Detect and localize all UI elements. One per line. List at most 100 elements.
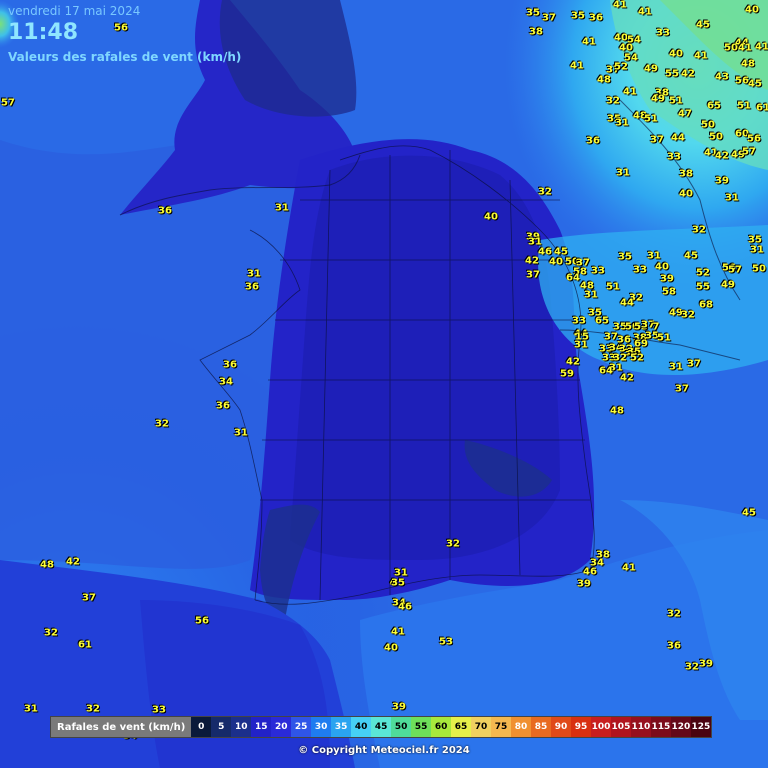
gust-value-label: 51	[644, 113, 658, 125]
gust-value-label: 42	[66, 556, 80, 568]
legend-swatch: 50	[391, 717, 412, 737]
gust-value-label: 37	[687, 358, 701, 370]
legend-swatch: 120	[670, 717, 691, 737]
legend-swatch: 25	[291, 717, 312, 737]
gust-value-label: 35	[571, 10, 585, 22]
legend-swatch: 55	[411, 717, 432, 737]
gust-value-label: 53	[439, 636, 453, 648]
legend-swatch: 105	[610, 717, 631, 737]
gust-value-label: 36	[216, 400, 230, 412]
gust-value-label: 45	[742, 507, 756, 519]
gust-value-label: 64	[566, 272, 580, 284]
gust-value-label: 33	[656, 27, 670, 39]
gust-value-label: 44	[620, 297, 634, 309]
gust-value-label: 47	[678, 108, 692, 120]
gust-value-label: 51	[606, 281, 620, 293]
gust-value-label: 31	[725, 192, 739, 204]
legend-swatch: 75	[491, 717, 512, 737]
gust-value-label: 46	[398, 601, 412, 613]
gust-value-label: 48	[597, 74, 611, 86]
gust-value-label: 41	[613, 0, 627, 11]
legend-swatch: 40	[351, 717, 372, 737]
gust-value-label: 33	[633, 264, 647, 276]
gust-value-label: 32	[692, 224, 706, 236]
gust-value-label: 37	[82, 592, 96, 604]
gust-value-label: 58	[662, 286, 676, 298]
gust-value-label: 33	[667, 151, 681, 163]
gust-value-label: 49	[721, 279, 735, 291]
gust-value-label: 32	[86, 703, 100, 715]
legend-swatch: 20	[271, 717, 292, 737]
gust-value-label: 40	[384, 642, 398, 654]
gust-value-label: 34	[219, 376, 233, 388]
legend-swatch: 15	[251, 717, 272, 737]
legend-swatch: 80	[511, 717, 532, 737]
gust-value-label: 55	[665, 68, 679, 80]
gust-value-label: 52	[614, 61, 628, 73]
gust-value-label: 59	[560, 368, 574, 380]
gust-value-label: 41	[638, 6, 652, 18]
gust-value-label: 35	[618, 251, 632, 263]
gust-value-label: 36	[589, 12, 603, 24]
gust-value-label: 50	[709, 131, 723, 143]
gust-value-label: 65	[595, 315, 609, 327]
legend-swatch: 5	[211, 717, 232, 737]
gust-value-label: 33	[152, 704, 166, 716]
gust-value-label: 44	[671, 132, 685, 144]
gust-value-label: 40	[679, 188, 693, 200]
gust-value-label: 57	[1, 97, 15, 109]
time-label: 11:48	[8, 20, 79, 45]
gust-value-label: 35	[526, 7, 540, 19]
gust-value-label: 43	[715, 71, 729, 83]
gust-value-label: 56	[114, 22, 128, 34]
gust-value-label: 32	[685, 661, 699, 673]
gust-value-label: 31	[24, 703, 38, 715]
legend-swatch: 0	[191, 717, 212, 737]
legend-title: Rafales de vent (km/h)	[57, 721, 186, 733]
gust-value-label: 36	[223, 359, 237, 371]
gust-value-label: 51	[737, 100, 751, 112]
gust-value-label: 56	[735, 75, 749, 87]
gust-value-label: 41	[391, 626, 405, 638]
gust-value-label: 41	[755, 41, 768, 53]
gust-value-label: 56	[747, 133, 761, 145]
gust-value-label: 35	[391, 577, 405, 589]
gust-value-label: 48	[741, 58, 755, 70]
gust-value-label: 40	[549, 256, 563, 268]
gust-value-label: 45	[748, 78, 762, 90]
gust-value-label: 41	[582, 36, 596, 48]
gust-value-label: 31	[647, 250, 661, 262]
gust-value-label: 33	[572, 315, 586, 327]
gust-value-label: 55	[696, 281, 710, 293]
gust-value-label: 31	[584, 289, 598, 301]
gust-value-label: 31	[750, 244, 764, 256]
gust-value-label: 31	[247, 268, 261, 280]
gust-value-label: 48	[40, 559, 54, 571]
gust-value-label: 41	[623, 86, 637, 98]
gust-value-label: 39	[660, 273, 674, 285]
gust-value-label: 32	[667, 608, 681, 620]
gust-value-label: 37	[604, 331, 618, 343]
gust-value-label: 40	[669, 48, 683, 60]
gust-value-label: 50	[752, 263, 766, 275]
gust-value-label: 40	[655, 261, 669, 273]
gust-value-label: 37	[526, 269, 540, 281]
gust-value-label: 41	[694, 50, 708, 62]
legend-swatch: 100	[590, 717, 611, 737]
gust-value-label: 42	[681, 68, 695, 80]
gust-value-label: 48	[610, 405, 624, 417]
gust-value-label: 52	[696, 267, 710, 279]
gust-value-label: 45	[696, 19, 710, 31]
gust-value-label: 40	[484, 211, 498, 223]
gust-value-label: 65	[707, 100, 721, 112]
gust-value-label: 42	[525, 255, 539, 267]
gust-value-label: 32	[446, 538, 460, 550]
gust-value-label: 51	[657, 332, 671, 344]
gust-value-label: 39	[715, 175, 729, 187]
gust-value-label: 36	[158, 205, 172, 217]
legend-swatch: 125	[690, 717, 711, 737]
gust-value-label: 41	[570, 60, 584, 72]
gust-value-label: 31	[669, 361, 683, 373]
gust-value-label: 38	[529, 26, 543, 38]
gust-value-label: 40	[745, 4, 759, 16]
